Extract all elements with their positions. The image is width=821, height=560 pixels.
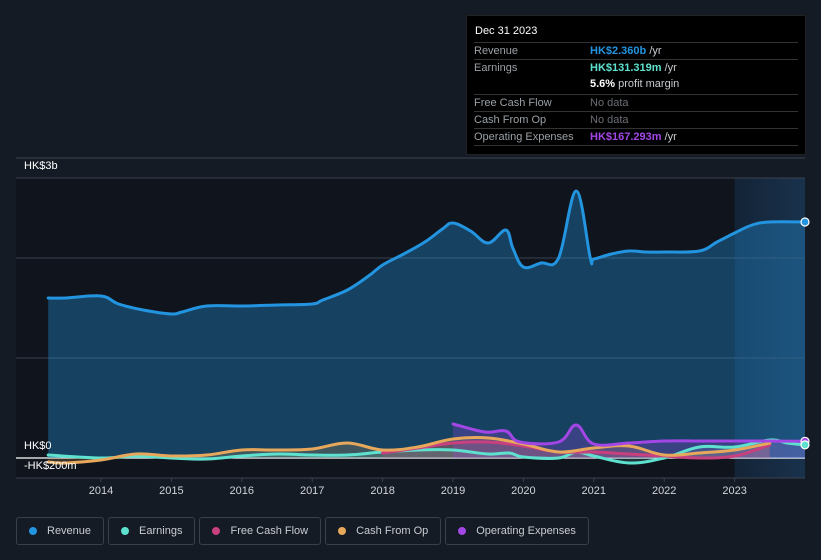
legend-item-earnings[interactable]: Earnings	[108, 517, 196, 545]
tooltip-date: Dec 31 2023	[475, 25, 538, 37]
x-tick-label: 2019	[440, 485, 466, 497]
x-tick-label: 2020	[511, 485, 536, 497]
tooltip-label: Earnings	[474, 62, 518, 75]
tooltip-value: HK$167.293m /yr	[590, 131, 677, 143]
legend: Revenue Earnings Free Cash Flow Cash From O…	[16, 517, 589, 545]
tooltip-label: Operating Expenses	[474, 131, 574, 143]
legend-dot-icon	[458, 527, 467, 535]
tooltip-label: Free Cash Flow	[474, 96, 552, 109]
x-tick-label: 2023	[722, 485, 747, 497]
tooltip-value: HK$131.319m /yr	[590, 62, 677, 75]
legend-dot-icon	[29, 527, 37, 535]
x-tick-label: 2022	[651, 485, 677, 497]
tooltip: Dec 31 2023 Revenue HK$2.360b /yr Earnings…	[466, 15, 806, 155]
tooltip-label: Cash From Op	[474, 113, 547, 126]
legend-label: Cash From Op	[356, 525, 429, 537]
legend-item-cash-from-op[interactable]: Cash From Op	[325, 517, 442, 545]
tooltip-row: Earnings HK$131.319m /yr	[474, 59, 798, 77]
y-tick-label: HK$3b	[24, 160, 58, 172]
tooltip-value: No data	[590, 96, 629, 109]
x-tick-label: 2016	[229, 485, 255, 497]
tooltip-row: Revenue HK$2.360b /yr	[474, 42, 798, 60]
legend-item-operating-expenses[interactable]: Operating Expenses	[445, 517, 589, 545]
x-tick-label: 2017	[299, 485, 325, 497]
y-tick-label: HK$0	[24, 440, 52, 452]
tooltip-row: Cash From Op No data	[474, 110, 798, 129]
tooltip-row: Free Cash Flow No data	[474, 93, 798, 112]
tooltip-value: No data	[590, 113, 629, 126]
legend-label: Earnings	[139, 525, 183, 537]
tooltip-label: Revenue	[474, 45, 519, 57]
legend-dot-icon	[121, 527, 130, 535]
earnings-end-marker	[800, 440, 810, 450]
legend-label: Revenue	[47, 525, 92, 537]
legend-item-revenue[interactable]: Revenue	[16, 517, 105, 545]
legend-label: Free Cash Flow	[230, 525, 309, 537]
x-tick-label: 2018	[370, 485, 395, 497]
legend-dot-icon	[212, 527, 221, 535]
tooltip-value: HK$2.360b /yr	[590, 45, 662, 57]
x-tick-label: 2021	[581, 485, 607, 497]
tooltip-row: 5.6% profit margin	[474, 76, 798, 93]
tooltip-row: Operating Expenses HK$167.293m /yr	[474, 128, 798, 146]
tooltip-divider	[474, 145, 798, 147]
revenue-end-marker	[800, 217, 810, 227]
tooltip-value: 5.6% profit margin	[590, 78, 680, 91]
x-tick-label: 2015	[159, 485, 184, 497]
legend-item-free-cash-flow[interactable]: Free Cash Flow	[199, 517, 322, 545]
legend-dot-icon	[338, 527, 347, 535]
y-tick-label: -HK$200m	[24, 460, 77, 472]
x-tick-label: 2014	[88, 485, 114, 497]
legend-label: Operating Expenses	[476, 525, 576, 537]
